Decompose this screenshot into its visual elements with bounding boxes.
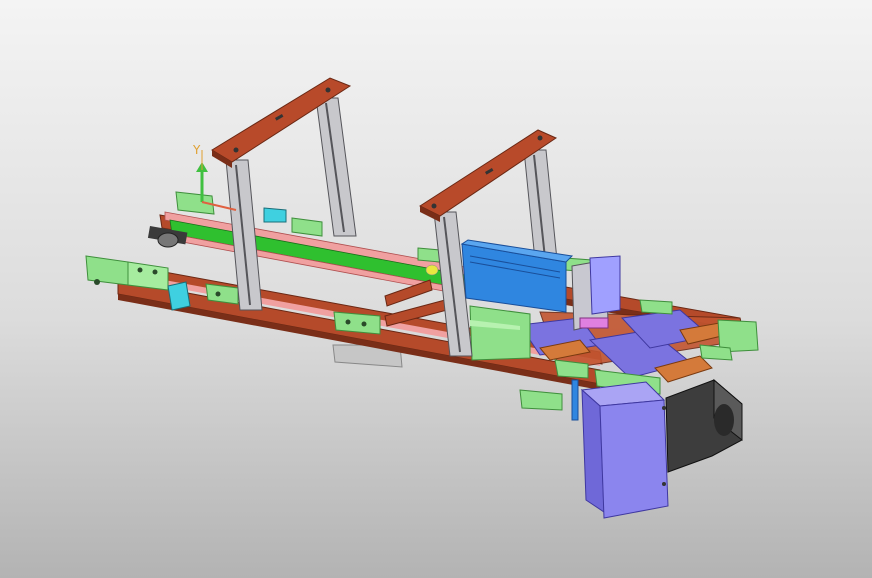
cyan-clamp-front[interactable] <box>167 281 191 311</box>
cyan-clamp-rear[interactable] <box>263 207 287 223</box>
cad-viewport[interactable]: Y <box>0 0 872 578</box>
stepper-motor[interactable] <box>665 378 743 473</box>
bracket-under-right-column[interactable] <box>469 305 531 361</box>
bracket-front-2[interactable] <box>333 311 381 335</box>
motor-cover-box[interactable] <box>580 381 669 519</box>
left-portal-column-rear[interactable] <box>315 97 357 237</box>
triad-y-label: Y <box>192 143 201 157</box>
assembly-3d-view[interactable]: Y <box>0 0 872 578</box>
vertical-shaft[interactable] <box>571 379 579 421</box>
bracket-rear-mid[interactable] <box>291 217 323 237</box>
corner-bracket-front-left[interactable] <box>85 255 169 291</box>
bracket-lower-center[interactable] <box>519 389 563 411</box>
